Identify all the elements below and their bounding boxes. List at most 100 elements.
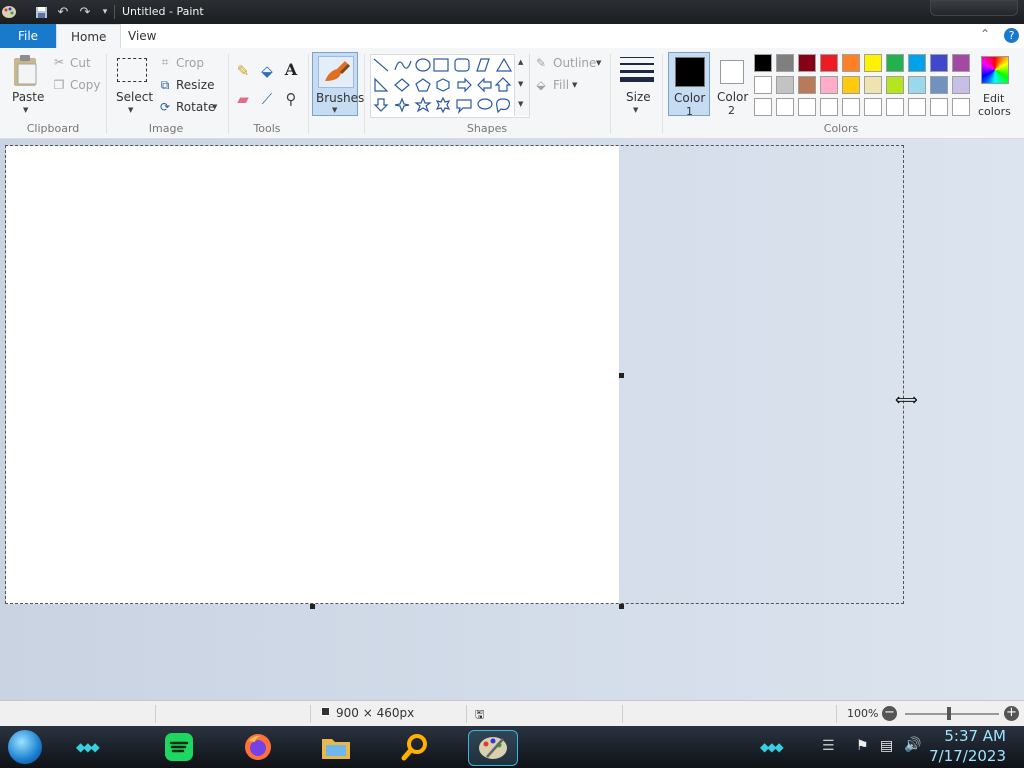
shapes-gallery[interactable]	[370, 54, 530, 118]
palette-swatch[interactable]	[864, 76, 882, 94]
color1-button[interactable]: Color 1	[668, 52, 710, 118]
copy-button[interactable]: Copy	[70, 78, 100, 92]
palette-swatch[interactable]	[864, 54, 882, 72]
palette-swatch[interactable]	[952, 98, 970, 116]
palette-swatch[interactable]	[754, 54, 772, 72]
rotate-icon[interactable]: ⟳	[158, 100, 172, 114]
palette-swatch[interactable]	[776, 76, 794, 94]
palette-swatch[interactable]	[820, 98, 838, 116]
spotify-icon[interactable]	[162, 730, 196, 764]
palette-swatch[interactable]	[908, 76, 926, 94]
start-button[interactable]	[8, 730, 42, 764]
rotate-dropdown-icon[interactable]: ▼	[212, 103, 217, 111]
palette-swatch[interactable]	[820, 76, 838, 94]
tab-file[interactable]: File	[0, 24, 56, 48]
rotate-button[interactable]: Rotate	[176, 100, 215, 114]
edit-colors-button[interactable]: Edit colors	[978, 52, 1011, 118]
zoom-out-icon[interactable]: −	[882, 706, 897, 721]
resize-button[interactable]: Resize	[176, 78, 214, 92]
select-button[interactable]: Select	[116, 90, 153, 104]
network-icon[interactable]: ▤	[880, 738, 893, 754]
palette-swatch[interactable]	[952, 54, 970, 72]
color2-button[interactable]: Color 2	[712, 52, 752, 117]
taskbar-date[interactable]: 7/17/2023	[929, 747, 1006, 765]
action-center-flag-icon[interactable]: ⚑	[856, 738, 869, 754]
palette-swatch[interactable]	[908, 98, 926, 116]
palette-swatch[interactable]	[842, 98, 860, 116]
chevron-down-icon[interactable]: ▼	[518, 80, 523, 88]
redo-icon[interactable]: ↷	[76, 3, 94, 21]
paint-taskbar-icon[interactable]	[468, 730, 518, 766]
canvas-resize-handle-corner[interactable]	[619, 604, 624, 609]
palette-swatch[interactable]	[776, 98, 794, 116]
text-tool-icon[interactable]: A	[284, 62, 298, 78]
color-picker-icon[interactable]: ⟋	[260, 92, 274, 107]
paste-icon[interactable]	[10, 54, 42, 88]
palette-swatch[interactable]	[886, 98, 904, 116]
palette-swatch[interactable]	[952, 76, 970, 94]
brushes-button[interactable]: Brushes ▼	[312, 52, 364, 116]
resize-icon[interactable]: ⧉	[158, 78, 172, 92]
firefox-icon[interactable]	[241, 730, 275, 764]
undo-icon[interactable]: ↶	[54, 3, 72, 21]
chevron-up-icon[interactable]: ▲	[518, 58, 523, 66]
tab-home[interactable]: Home	[56, 24, 122, 50]
pencil-icon[interactable]: ✎	[236, 64, 250, 79]
palette-swatch[interactable]	[798, 98, 816, 116]
palette-swatch[interactable]	[930, 54, 948, 72]
fill-icon[interactable]: ⬙	[534, 78, 548, 92]
crop-icon[interactable]: ⌗	[158, 55, 172, 69]
cut-button[interactable]: Cut	[70, 56, 91, 70]
palette-swatch[interactable]	[886, 76, 904, 94]
taskbar-time[interactable]: 5:37 AM	[944, 727, 1006, 745]
size-button[interactable]: Size	[626, 90, 651, 104]
file-explorer-icon[interactable]	[319, 730, 353, 764]
palette-swatch[interactable]	[930, 76, 948, 94]
fill-dropdown-icon[interactable]: ▼	[572, 81, 577, 89]
palette-swatch[interactable]	[820, 54, 838, 72]
search-icon[interactable]	[398, 730, 432, 764]
customize-qat-icon[interactable]: ▾	[96, 3, 114, 21]
palette-swatch[interactable]	[842, 76, 860, 94]
select-icon[interactable]	[117, 58, 147, 82]
fill-button[interactable]: Fill	[553, 78, 569, 92]
paste-dropdown-icon[interactable]: ▼	[23, 106, 28, 114]
paint-app-icon[interactable]	[0, 3, 18, 21]
palette-swatch[interactable]	[798, 54, 816, 72]
zoom-slider[interactable]	[905, 713, 999, 715]
expand-gallery-icon[interactable]: ▼	[518, 100, 523, 108]
cut-icon[interactable]: ✂	[52, 55, 66, 69]
save-icon[interactable]	[32, 3, 50, 21]
palette-swatch[interactable]	[864, 98, 882, 116]
palette-swatch[interactable]	[754, 98, 772, 116]
crop-button[interactable]: Crop	[176, 56, 204, 70]
shapes-scrollbar[interactable]: ▲ ▼ ▼	[514, 54, 529, 116]
palette-swatch[interactable]	[776, 54, 794, 72]
size-icon[interactable]	[620, 56, 654, 84]
zoom-in-icon[interactable]: +	[1004, 706, 1019, 721]
fill-bucket-icon[interactable]: ⬙	[260, 64, 274, 79]
palette-swatch[interactable]	[754, 76, 772, 94]
outline-dropdown-icon[interactable]: ▼	[596, 59, 601, 67]
palette-swatch[interactable]	[908, 54, 926, 72]
palette-swatch[interactable]	[886, 54, 904, 72]
canvas-resize-handle-right[interactable]	[619, 373, 624, 378]
size-dropdown-icon[interactable]: ▼	[633, 106, 638, 114]
help-icon[interactable]: ?	[1004, 28, 1019, 43]
eraser-icon[interactable]: ▰	[236, 92, 250, 107]
paste-button[interactable]: Paste	[12, 90, 44, 104]
palette-swatch[interactable]	[842, 54, 860, 72]
canvas-resize-handle-bottom[interactable]	[310, 604, 315, 609]
magnifier-icon[interactable]: ⚲	[284, 92, 298, 107]
volume-icon[interactable]: 🔊	[904, 737, 921, 753]
caption-buttons[interactable]	[930, 0, 1018, 16]
outline-button[interactable]: Outline	[553, 56, 596, 70]
tab-view[interactable]: View	[114, 24, 170, 48]
outline-icon[interactable]: ✎	[534, 56, 548, 70]
palette-swatch[interactable]	[930, 98, 948, 116]
desktop-peek-icon[interactable]: ☰	[822, 738, 835, 754]
zoom-slider-thumb[interactable]	[947, 707, 951, 720]
palette-swatch[interactable]	[798, 76, 816, 94]
copy-icon[interactable]: ❐	[52, 78, 66, 92]
select-dropdown-icon[interactable]: ▼	[128, 106, 133, 114]
